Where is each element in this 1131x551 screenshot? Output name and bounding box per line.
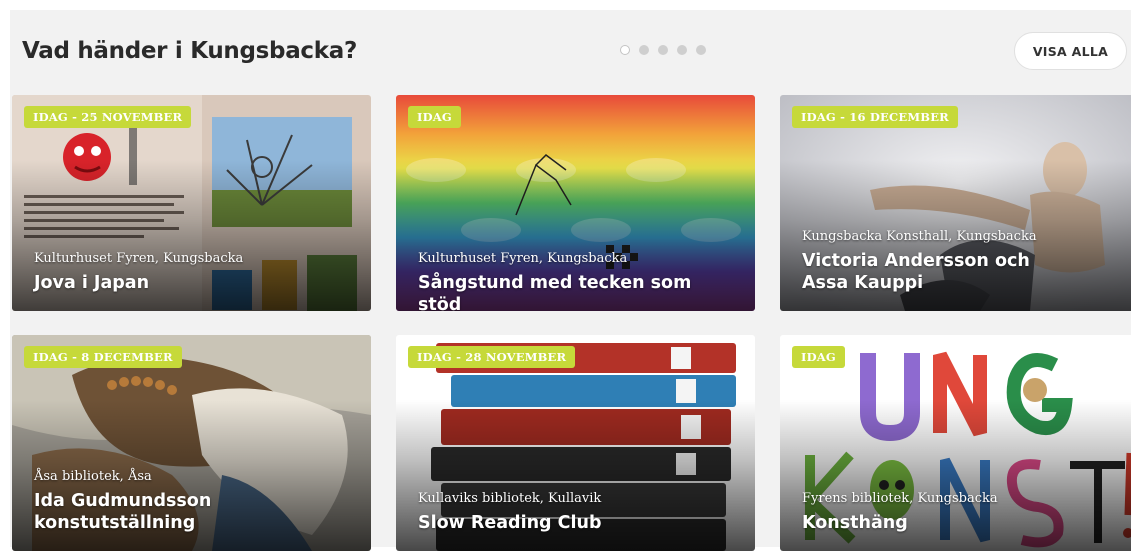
event-card[interactable]: IDAG - 28 NOVEMBER Kullaviks bibliotek, … xyxy=(396,335,755,551)
section-heading: Vad händer i Kungsbacka? xyxy=(22,38,358,64)
view-all-button[interactable]: VISA ALLA xyxy=(1014,32,1127,70)
pagination-dot-3[interactable] xyxy=(658,45,668,55)
date-badge: IDAG xyxy=(408,106,461,128)
event-title[interactable]: Konsthäng xyxy=(802,512,1102,534)
event-card[interactable]: IDAG - 25 NOVEMBER Kulturhuset Fyren, Ku… xyxy=(12,95,371,311)
event-location: Kulturhuset Fyren, Kungsbacka xyxy=(34,251,244,266)
event-location: Kungsbacka Konsthall, Kungsbacka xyxy=(802,229,1037,244)
pagination-dot-1[interactable] xyxy=(620,45,630,55)
carousel-pagination xyxy=(620,45,706,55)
pagination-dot-4[interactable] xyxy=(677,45,687,55)
event-card[interactable]: IDAG Fyrens bibliotek, Kungsbacka Konsth… xyxy=(780,335,1131,551)
date-badge: IDAG xyxy=(792,346,845,368)
event-location: Kulturhuset Fyren, Kungsbacka xyxy=(418,251,628,266)
event-location: Kullaviks bibliotek, Kullavik xyxy=(418,491,602,506)
event-title[interactable]: Jova i Japan xyxy=(34,272,334,294)
date-badge: IDAG - 28 NOVEMBER xyxy=(408,346,576,368)
date-badge: IDAG - 25 NOVEMBER xyxy=(24,106,192,128)
event-title[interactable]: Ida Gudmundsson konstutställning xyxy=(34,490,264,534)
event-card[interactable]: IDAG - 8 DECEMBER Åsa bibliotek, Åsa Ida… xyxy=(12,335,371,551)
event-card[interactable]: IDAG - 16 DECEMBER Kungsbacka Konsthall,… xyxy=(780,95,1131,311)
event-location: Fyrens bibliotek, Kungsbacka xyxy=(802,491,998,506)
pagination-dot-5[interactable] xyxy=(696,45,706,55)
event-title[interactable]: Sångstund med tecken som stöd xyxy=(418,272,718,311)
date-badge: IDAG - 16 DECEMBER xyxy=(792,106,958,128)
event-location: Åsa bibliotek, Åsa xyxy=(34,469,152,484)
event-card[interactable]: IDAG Kulturhuset Fyren, Kungsbacka Sångs… xyxy=(396,95,755,311)
events-section: Vad händer i Kungsbacka? VISA ALLA IDAG … xyxy=(10,10,1131,551)
event-title[interactable]: Slow Reading Club xyxy=(418,512,718,534)
event-title[interactable]: Victoria Andersson och Assa Kauppi xyxy=(802,250,1082,294)
date-badge: IDAG - 8 DECEMBER xyxy=(24,346,182,368)
pagination-dot-2[interactable] xyxy=(639,45,649,55)
